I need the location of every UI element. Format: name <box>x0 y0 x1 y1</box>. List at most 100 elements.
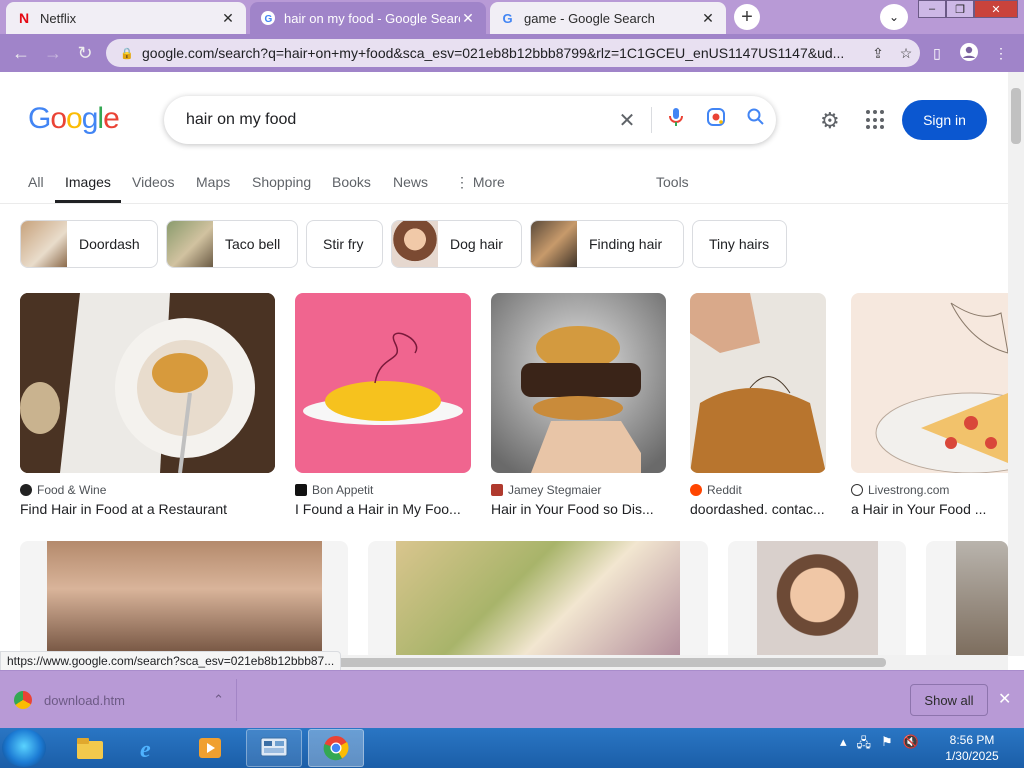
result-caption[interactable]: doordashed. contac... <box>690 501 826 517</box>
search-box[interactable]: hair on my food ✕ <box>164 96 776 144</box>
result-caption[interactable]: I Found a Hair in My Foo... <box>295 501 471 517</box>
image-result[interactable]: Bon Appetit I Found a Hair in My Foo... <box>295 293 471 517</box>
chip-dog-hair[interactable]: Dog hair <box>391 220 522 268</box>
image-result[interactable] <box>926 541 1008 661</box>
start-button[interactable] <box>2 729 46 767</box>
browser-toolbar: ← → ↻ 🔒 google.com/search?q=hair+on+my+f… <box>0 34 1024 72</box>
action-center-flag-icon[interactable]: ⚑ <box>881 734 893 756</box>
chip-taco-bell[interactable]: Taco bell <box>166 220 298 268</box>
image-result[interactable]: Reddit doordashed. contac... <box>690 293 826 517</box>
tab-images[interactable]: Images <box>55 174 121 203</box>
back-icon[interactable]: ← <box>10 42 32 64</box>
result-thumbnail[interactable] <box>690 293 826 473</box>
internet-explorer-icon[interactable]: e <box>122 729 178 767</box>
image-result[interactable]: Jamey Stegmaier Hair in Your Food so Dis… <box>491 293 666 517</box>
tab-hair-on-my-food[interactable]: G hair on my food - Google Search ✕ <box>250 2 486 34</box>
bookmark-star-icon[interactable]: ☆ <box>892 45 920 62</box>
file-explorer-icon[interactable] <box>62 729 118 767</box>
chrome-icon[interactable] <box>308 729 364 767</box>
image-result[interactable]: Livestrong.com a Hair in Your Food ... <box>851 293 1008 517</box>
address-bar[interactable]: 🔒 google.com/search?q=hair+on+my+food&sc… <box>106 39 920 67</box>
result-thumbnail[interactable] <box>47 541 322 661</box>
bon-appetit-favicon <box>295 484 307 496</box>
close-download-bar-icon[interactable]: ✕ <box>998 689 1011 709</box>
voice-search-icon[interactable] <box>656 107 696 133</box>
tab-more[interactable]: ⋮ More <box>455 174 505 191</box>
result-caption[interactable]: Hair in Your Food so Dis... <box>491 501 666 517</box>
tab-netflix[interactable]: N Netflix ✕ <box>6 2 246 34</box>
result-thumbnail[interactable] <box>20 293 275 473</box>
image-result[interactable] <box>20 541 348 661</box>
download-bar: download.htm ⌃ Show all ✕ <box>0 670 1024 728</box>
tools-button[interactable]: Tools <box>656 174 689 190</box>
media-player-icon[interactable] <box>182 729 238 767</box>
search-type-tabs: All Images Videos Maps Shopping Books Ne… <box>0 170 1008 204</box>
scrollbar-thumb[interactable] <box>1011 88 1021 144</box>
tab-more-label: More <box>472 174 505 190</box>
image-result[interactable]: Food & Wine Find Hair in Food at a Resta… <box>20 293 275 517</box>
control-panel-icon[interactable] <box>246 729 302 767</box>
tab-search-icon[interactable]: ⌄ <box>880 4 908 30</box>
result-source: Jamey Stegmaier <box>508 483 602 497</box>
volume-muted-icon[interactable]: 🔇 <box>903 734 919 756</box>
chip-thumbnail <box>392 221 438 267</box>
result-thumbnail[interactable] <box>396 541 680 661</box>
tab-news[interactable]: News <box>393 174 428 190</box>
result-caption[interactable]: a Hair in Your Food ... <box>851 501 1008 517</box>
image-result[interactable] <box>368 541 708 661</box>
new-tab-button[interactable]: + <box>734 4 760 30</box>
result-thumbnail[interactable] <box>295 293 471 473</box>
chip-label: Finding hair <box>589 236 663 252</box>
chip-stir-fry[interactable]: Stir fry <box>306 220 383 268</box>
close-window-icon[interactable]: ✕ <box>974 0 1018 18</box>
menu-icon[interactable]: ⋮ <box>990 42 1012 64</box>
tab-strip: N Netflix ✕ G hair on my food - Google S… <box>0 0 1024 34</box>
chip-label: Taco bell <box>225 236 281 252</box>
settings-gear-icon[interactable]: ⚙ <box>820 108 840 134</box>
side-panel-icon[interactable]: ▯ <box>926 42 948 64</box>
google-apps-icon[interactable] <box>866 110 886 130</box>
close-tab-icon[interactable]: ✕ <box>460 10 476 27</box>
result-caption[interactable]: Find Hair in Food at a Restaurant <box>20 501 275 517</box>
sign-in-button[interactable]: Sign in <box>902 100 987 140</box>
close-tab-icon[interactable]: ✕ <box>700 10 716 27</box>
result-thumbnail[interactable] <box>956 541 1008 661</box>
google-icon: G <box>260 10 276 26</box>
chip-doordash[interactable]: Doordash <box>20 220 158 268</box>
show-hidden-icons-icon[interactable]: ▴ <box>840 734 847 756</box>
profile-icon[interactable] <box>958 42 980 64</box>
tab-shopping[interactable]: Shopping <box>252 174 311 190</box>
show-all-button[interactable]: Show all <box>910 684 988 716</box>
result-thumbnail[interactable] <box>757 541 878 661</box>
network-icon[interactable]: 🖧 <box>857 734 872 756</box>
image-result[interactable] <box>728 541 906 661</box>
forward-icon[interactable]: → <box>42 42 64 64</box>
chip-tiny-hairs[interactable]: Tiny hairs <box>692 220 787 268</box>
minimize-icon[interactable]: – <box>918 0 946 18</box>
reload-icon[interactable]: ↻ <box>74 42 96 64</box>
chip-finding-hair[interactable]: Finding hair <box>530 220 684 268</box>
clock[interactable]: 8:56 PM 1/30/2025 <box>940 732 1004 764</box>
google-logo[interactable]: Google <box>28 102 120 136</box>
tab-all[interactable]: All <box>28 174 44 190</box>
tab-maps[interactable]: Maps <box>196 174 230 190</box>
google-results-page: Google hair on my food ✕ ⚙ Sign in All I… <box>0 72 1008 670</box>
lens-search-icon[interactable] <box>696 107 736 133</box>
vertical-scrollbar[interactable] <box>1008 72 1024 656</box>
chevron-up-icon[interactable]: ⌃ <box>213 692 224 708</box>
scrollbar-thumb[interactable] <box>336 658 886 667</box>
download-item[interactable]: download.htm ⌃ <box>14 685 234 715</box>
maximize-icon[interactable]: ❐ <box>946 0 974 18</box>
tab-books[interactable]: Books <box>332 174 371 190</box>
svg-text:G: G <box>503 11 513 26</box>
close-tab-icon[interactable]: ✕ <box>220 10 236 27</box>
clear-icon[interactable]: ✕ <box>607 108 647 133</box>
share-icon[interactable]: ⇪ <box>864 45 892 62</box>
search-input[interactable]: hair on my food <box>186 111 607 129</box>
tab-videos[interactable]: Videos <box>132 174 175 190</box>
result-thumbnail[interactable] <box>491 293 666 473</box>
result-thumbnail[interactable] <box>851 293 1008 473</box>
download-filename: download.htm <box>44 692 125 708</box>
search-icon[interactable] <box>736 108 776 132</box>
tab-game[interactable]: G game - Google Search ✕ <box>490 2 726 34</box>
